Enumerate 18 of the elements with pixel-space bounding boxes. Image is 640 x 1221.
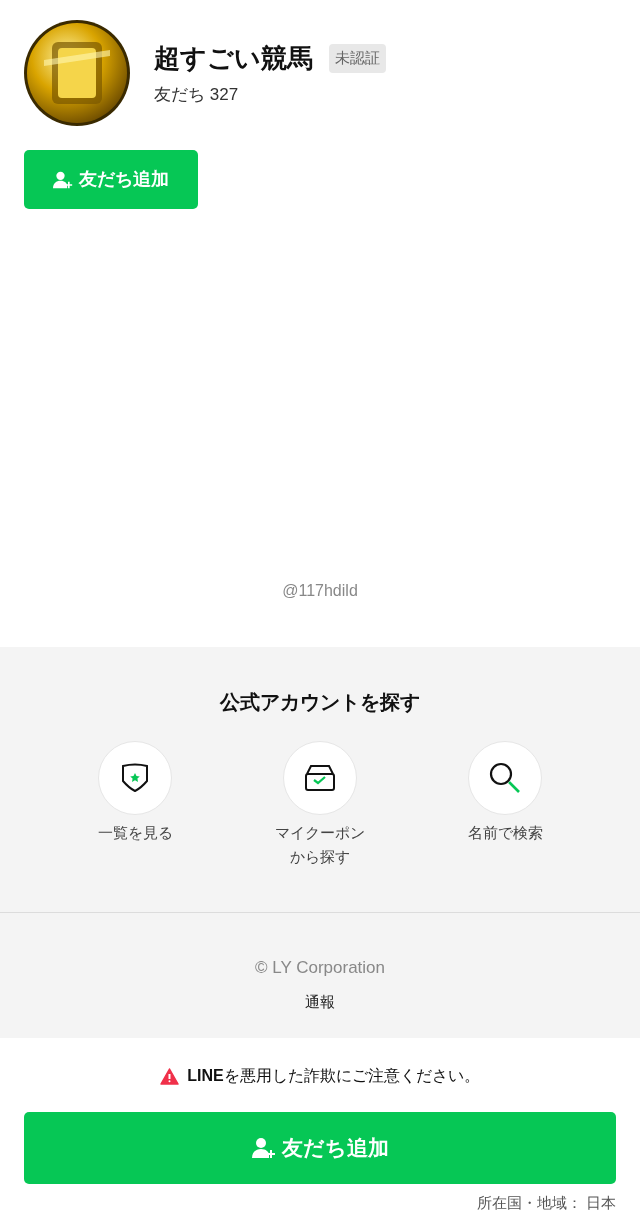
account-name: 超すごい競馬 (154, 41, 313, 75)
account-id: @117hdild (281, 581, 359, 601)
section-title: 公式アカウントを探す (218, 690, 421, 715)
copyright-text: © LY Corporation (254, 957, 386, 979)
shield-star-icon (121, 763, 149, 793)
box-check-icon (304, 764, 336, 792)
explore-label[interactable]: 名前で検索 (467, 821, 543, 845)
add-friend-icon (251, 1136, 276, 1160)
search-icon (488, 761, 522, 795)
warning-icon (160, 1067, 180, 1085)
add-friend-icon (53, 169, 73, 190)
explore-label[interactable]: 一覧を見る (97, 821, 173, 845)
region-text: 所在国・地域： 日本 (475, 1193, 616, 1213)
explore-label[interactable]: マイクーポンから探す (274, 821, 366, 869)
warning-text: LINEを悪用した詐欺にご注意ください。 (187, 1066, 480, 1086)
friends-count: 友だち 327 (154, 83, 240, 106)
report-link[interactable]: 通報 (0, 990, 640, 1013)
unverified-badge: 未認証 (329, 44, 386, 73)
